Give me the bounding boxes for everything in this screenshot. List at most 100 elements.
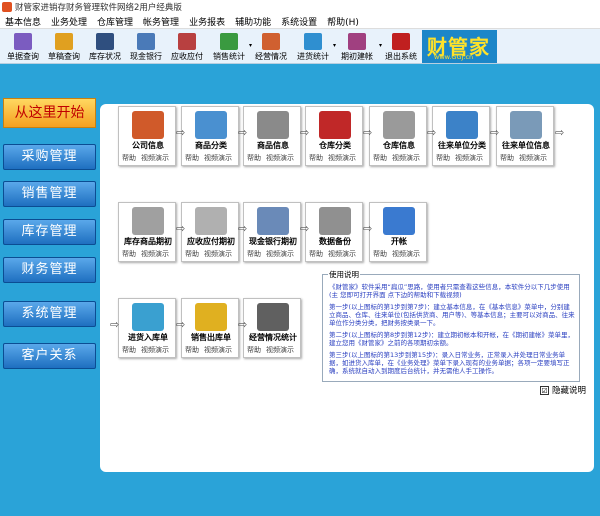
menu-item[interactable]: 仓库管理 [92,15,138,28]
menu-item[interactable]: 帐务管理 [138,15,184,28]
menu-item[interactable]: 辅助功能 [230,15,276,28]
video-demo-link[interactable]: 视频演示 [392,249,420,259]
menu-item[interactable]: 业务处理 [46,15,92,28]
video-demo-link[interactable]: 视频演示 [141,153,169,163]
sidebar-nav-button[interactable]: 系统管理 [3,301,96,327]
workflow-card[interactable]: 应收应付期初 帮助 视频演示 [181,202,239,262]
video-demo-link[interactable]: 视频演示 [455,153,483,163]
house-icon[interactable] [132,111,164,139]
help-link[interactable]: 帮助 [436,153,450,163]
video-demo-link[interactable]: 视频演示 [266,345,294,355]
workflow-card-label[interactable]: 商品分类 [182,140,240,151]
sidebar-nav-button[interactable]: 库存管理 [3,219,96,245]
gear-icon[interactable] [257,111,289,139]
toolbar-button[interactable]: 应收应付 [167,29,207,64]
video-demo-link[interactable]: 视频演示 [328,153,356,163]
menu-item[interactable]: 业务报表 [184,15,230,28]
toolbar-button[interactable]: 单据查询 [3,29,43,64]
workflow-card-label[interactable]: 经营情况统计 [244,332,302,343]
workflow-card-label[interactable]: 现金银行期初 [244,236,302,247]
toolbar-button[interactable]: 草稿查询 [45,29,83,64]
help-link[interactable]: 帮助 [122,249,136,259]
toolbar-button[interactable]: 进货统计 ▾ [293,29,336,64]
video-demo-link[interactable]: 视频演示 [328,249,356,259]
video-demo-link[interactable]: 视频演示 [266,153,294,163]
workflow-card[interactable]: 公司信息帮助 视频演示 [118,106,176,166]
video-demo-link[interactable]: 视频演示 [266,249,294,259]
toolbar-button[interactable]: 销售统计 ▾ [209,29,252,64]
toolbar-button[interactable]: 经营情况 [251,29,291,64]
workflow-card[interactable]: 现金银行期初 帮助 视频演示 [243,202,301,262]
toolbar-button[interactable]: 退出系统 [381,29,421,64]
sidebar-nav-button[interactable]: 财务管理 [3,257,96,283]
toolbar-button[interactable]: 现金银行 [127,29,165,64]
workflow-card-label[interactable]: 库存商品期初 [119,236,177,247]
document-icon[interactable] [195,207,227,235]
workflow-card[interactable]: 仓库信息帮助 视频演示 [369,106,427,166]
workflow-card-label[interactable]: 公司信息 [119,140,177,151]
workflow-card-label[interactable]: 往来单位信息 [497,140,555,151]
pen-icon[interactable] [132,207,164,235]
video-demo-link[interactable]: 视频演示 [392,153,420,163]
help-link[interactable]: 帮助 [373,249,387,259]
outbox-icon[interactable] [195,303,227,331]
workflow-card-label[interactable]: 仓库分类 [306,140,364,151]
workflow-card[interactable]: 仓库分类帮助 视频演示 [305,106,363,166]
help-link[interactable]: 帮助 [309,249,323,259]
menu-item[interactable]: 帮助(H) [322,15,364,28]
contacts-icon[interactable] [446,111,478,139]
workflow-card-label[interactable]: 商品信息 [244,140,302,151]
help-link[interactable]: 帮助 [500,153,514,163]
book-icon[interactable] [257,207,289,235]
phone-icon[interactable] [510,111,542,139]
sidebar-nav-button[interactable]: 客户关系 [3,343,96,369]
workflow-card[interactable]: 进货入库单帮助 视频演示 [118,298,176,358]
video-demo-link[interactable]: 视频演示 [204,345,232,355]
workflow-card-label[interactable]: 往来单位分类 [433,140,491,151]
sidebar-nav-button[interactable]: 销售管理 [3,181,96,207]
folder-icon[interactable] [383,111,415,139]
workflow-card-label[interactable]: 应收应付期初 [182,236,240,247]
globe-icon[interactable] [383,207,415,235]
workflow-card[interactable]: 数据备份帮助 视频演示 [305,202,363,262]
help-link[interactable]: 帮助 [373,153,387,163]
toolbar-button[interactable]: 库存状况 [85,29,125,64]
help-link[interactable]: 帮助 [122,345,136,355]
toolbar-button[interactable]: 期初建帐 ▾ [335,29,382,64]
help-link[interactable]: 帮助 [122,153,136,163]
workflow-card-label[interactable]: 进货入库单 [119,332,177,343]
workflow-card[interactable]: 经营情况统计 帮助 视频演示 [243,298,301,358]
help-link[interactable]: 帮助 [247,345,261,355]
sidebar-nav-button[interactable]: 采购管理 [3,144,96,170]
help-link[interactable]: 帮助 [185,153,199,163]
workflow-card-label[interactable]: 仓库信息 [370,140,428,151]
menu-item[interactable]: 基本信息 [0,15,46,28]
hide-notes-checkbox[interactable]: ☑ 隐藏说明 [540,384,586,396]
help-link[interactable]: 帮助 [247,249,261,259]
video-demo-link[interactable]: 视频演示 [204,249,232,259]
video-demo-link[interactable]: 视频演示 [141,249,169,259]
workflow-card[interactable]: 往来单位分类 帮助 视频演示 [432,106,490,166]
workflow-card[interactable]: 往来单位信息 帮助 视频演示 [496,106,554,166]
help-link[interactable]: 帮助 [185,345,199,355]
workflow-card[interactable]: 商品分类帮助 视频演示 [181,106,239,166]
help-link[interactable]: 帮助 [309,153,323,163]
usb-icon[interactable] [319,207,351,235]
warehouse-icon[interactable] [319,111,351,139]
stats-cup-icon[interactable] [257,303,289,331]
category-icon[interactable] [195,111,227,139]
start-here-button[interactable]: 从这里开始 [3,98,96,128]
workflow-card-label[interactable]: 数据备份 [306,236,364,247]
inbox-icon[interactable] [132,303,164,331]
video-demo-link[interactable]: 视频演示 [141,345,169,355]
workflow-card-label[interactable]: 开帐 [370,236,428,247]
help-link[interactable]: 帮助 [247,153,261,163]
workflow-card[interactable]: 开帐帮助 视频演示 [369,202,427,262]
menu-item[interactable]: 系统设置 [276,15,322,28]
video-demo-link[interactable]: 视频演示 [204,153,232,163]
workflow-card[interactable]: 销售出库单帮助 视频演示 [181,298,239,358]
checkbox-icon[interactable]: ☑ [540,385,549,395]
help-link[interactable]: 帮助 [185,249,199,259]
workflow-card-label[interactable]: 销售出库单 [182,332,240,343]
workflow-card[interactable]: 库存商品期初 帮助 视频演示 [118,202,176,262]
